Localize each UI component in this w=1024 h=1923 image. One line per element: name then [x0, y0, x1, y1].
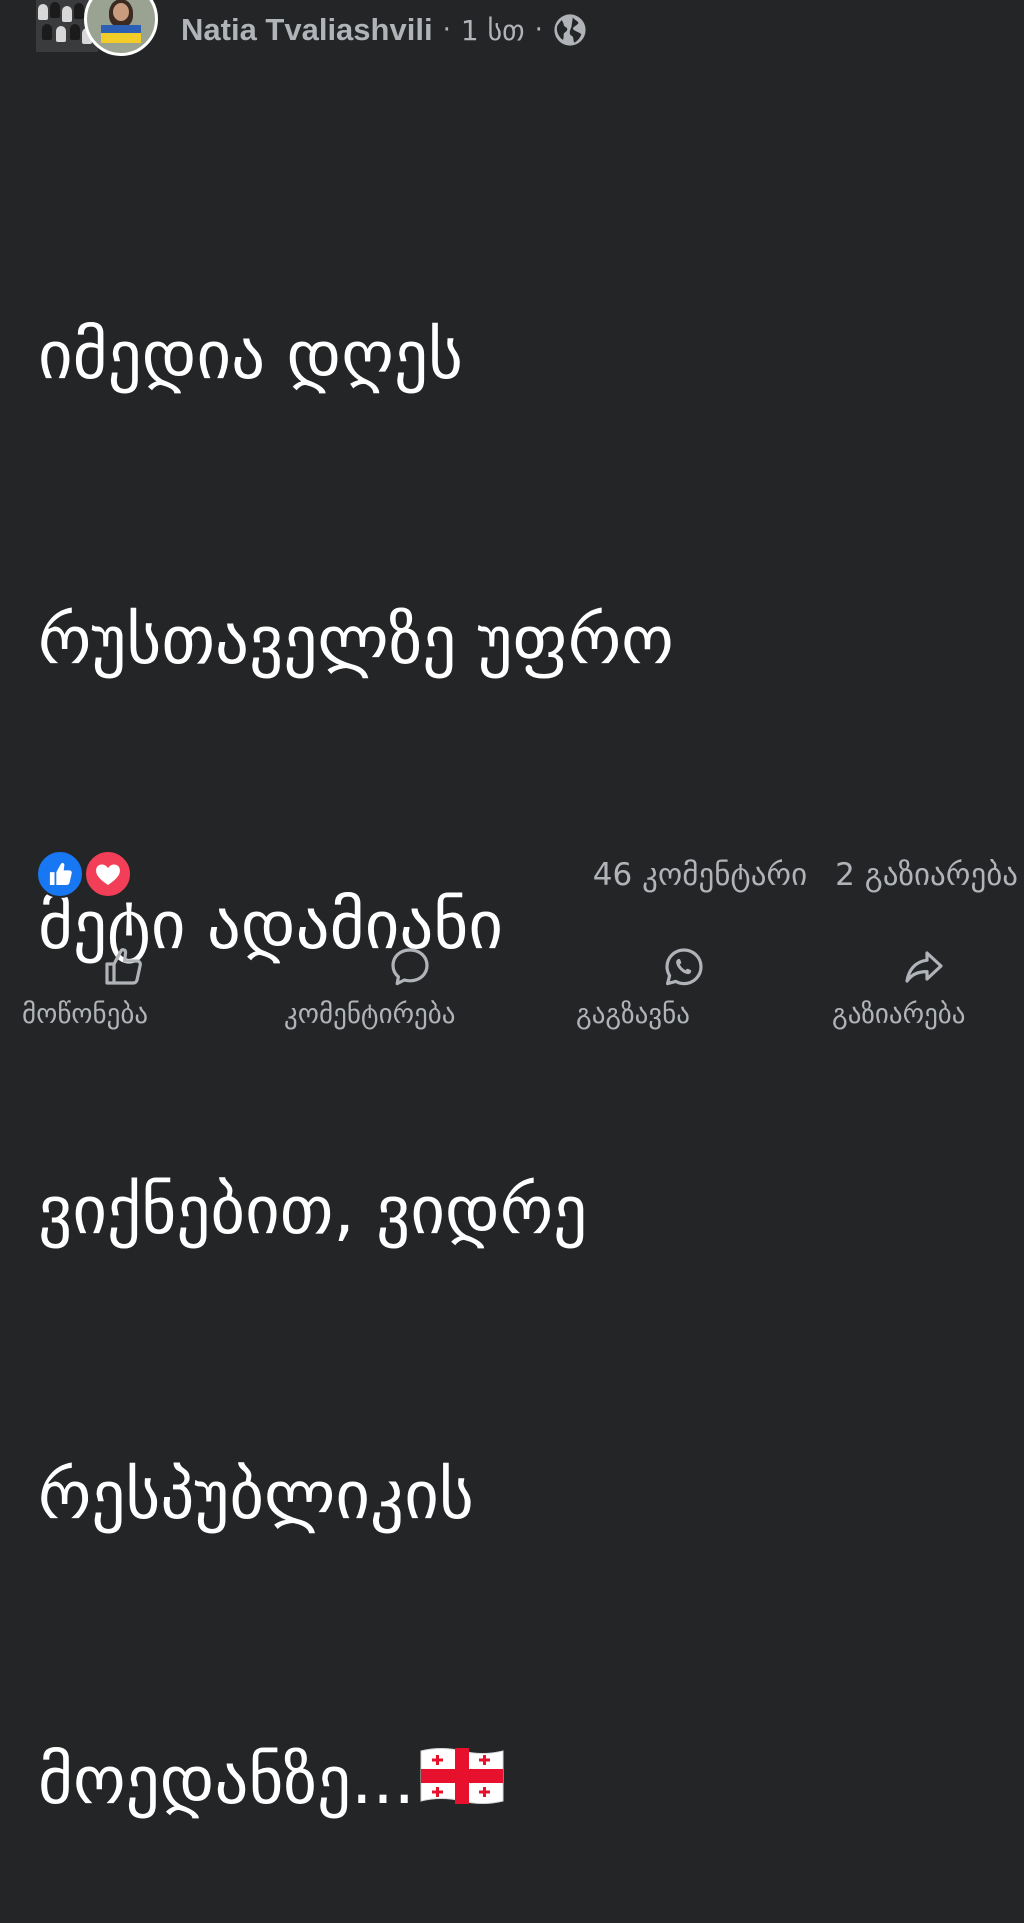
like-button[interactable]: მოწონება: [0, 935, 250, 1030]
like-icon: [105, 948, 142, 985]
post-header: Natia Tvaliashvili · 1 სთ ·: [0, 0, 1024, 60]
post-text-line: რუსთაველზე უფრო: [38, 601, 674, 679]
comment-icon: [391, 948, 429, 986]
post-text-line: რესპუბლიკის: [38, 1456, 474, 1534]
share-icon: [905, 951, 943, 983]
author-name[interactable]: Natia Tvaliashvili: [181, 12, 433, 48]
share-button-label: გაზიარება: [832, 999, 966, 1030]
engagement-counts: 46 კომენტარი 2 გაზიარება: [593, 852, 1018, 898]
comment-button-label: კომენტირება: [284, 999, 456, 1030]
post-text-line-last: მოედანზე...: [38, 1733, 998, 1828]
shares-count[interactable]: 2 გაზიარება: [835, 857, 1018, 893]
action-bar: მოწონება კომენტირება გაგზავნა გაზიარება: [0, 935, 1024, 1030]
meta-separator: ·: [442, 15, 451, 45]
post-time[interactable]: 1 სთ: [461, 14, 525, 47]
whatsapp-icon: [665, 948, 703, 986]
send-button-label: გაგზავნა: [576, 999, 690, 1030]
post-text-line: იმედია დღეს: [38, 316, 463, 394]
reaction-summary[interactable]: [36, 850, 136, 898]
globe-icon: [554, 14, 586, 46]
like-reaction-icon: [36, 850, 84, 898]
post-meta: Natia Tvaliashvili · 1 სთ ·: [181, 8, 587, 52]
post-text-line: მოედანზე...: [38, 1741, 415, 1819]
share-button[interactable]: გაზიარება: [774, 935, 1024, 1030]
comment-button[interactable]: კომენტირება: [262, 935, 512, 1030]
love-reaction-icon: [84, 850, 132, 898]
georgia-flag-icon: [420, 1748, 504, 1804]
send-button[interactable]: გაგზავნა: [538, 935, 788, 1030]
meta-separator: ·: [534, 15, 543, 45]
post-text-line: ვიქნებით, ვიდრე: [38, 1171, 588, 1249]
like-button-label: მოწონება: [22, 999, 149, 1030]
comments-count[interactable]: 46 კომენტარი: [593, 857, 807, 893]
